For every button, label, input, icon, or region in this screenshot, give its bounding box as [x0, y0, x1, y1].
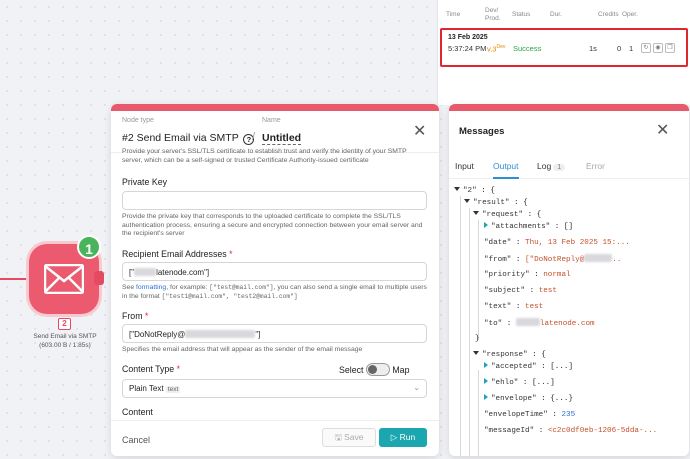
- from-label: From *: [122, 311, 149, 321]
- recipient-help-text: See formatting, for example: ["test@mail…: [122, 284, 427, 300]
- recipient-input[interactable]: [" latenode.com"]: [122, 262, 427, 281]
- tree-node-date: "date" : Thu, 13 Feb 2025 15:...: [484, 239, 630, 247]
- private-key-help-text: Provide the private key that corresponds…: [122, 213, 423, 237]
- tree-guide: [460, 196, 461, 456]
- col-duration: Dur.: [550, 11, 562, 18]
- messages-title: Messages: [459, 126, 505, 137]
- tree-node-accepted[interactable]: "accepted" : [...]: [484, 362, 573, 372]
- tree-node-result[interactable]: "result" : {: [464, 198, 528, 208]
- close-icon[interactable]: ✕: [413, 124, 426, 140]
- tree-node-root[interactable]: "2" : {: [454, 186, 495, 196]
- history-time: 5:37:24 PM: [448, 44, 487, 53]
- map-label: Map: [392, 365, 410, 375]
- panel-header: Node type #2 Send Email via SMTP ? / Nam…: [111, 111, 439, 153]
- recipient-label: Recipient Email Addresses *: [122, 249, 233, 259]
- node-run-count-badge: 1: [77, 235, 101, 259]
- tab-error[interactable]: Error: [586, 161, 605, 179]
- tree-guide: [478, 220, 479, 340]
- messages-tabs: Input Output Log 1 Error: [449, 157, 689, 179]
- col-operations: Oper.: [622, 11, 638, 18]
- node-output-handle[interactable]: [94, 271, 104, 285]
- tree-node-response[interactable]: "response" : {: [473, 350, 546, 360]
- history-version: v.3Dev: [487, 44, 506, 54]
- panel-form: Provide your server's SSL/TLS certificat…: [111, 148, 439, 421]
- tree-node-messageId: "messageId" : <c2c0df0eb-1206-5dda-...: [484, 427, 658, 435]
- tree-guide: [469, 208, 470, 456]
- panel-footer: Cancel 🖫 Save ▷ Run: [111, 420, 439, 456]
- content-label: Content: [122, 407, 153, 417]
- history-header: Time Dev/ Prod. Status Dur. Credits Oper…: [438, 0, 690, 28]
- history-status: Success: [513, 44, 542, 53]
- tree-node-from: "from" : ["DoNotReply@..: [484, 254, 622, 264]
- history-actions: ↻ ◉ ❐: [641, 43, 675, 53]
- tree-node-attachments[interactable]: "attachments" : []: [484, 222, 573, 232]
- history-duration: 1s: [589, 44, 597, 53]
- replay-icon[interactable]: ↻: [641, 43, 651, 53]
- tree-node-envelope[interactable]: "envelope" : {...}: [484, 394, 573, 404]
- tab-log[interactable]: Log 1: [537, 161, 566, 179]
- node-type-label: Node type: [122, 117, 154, 124]
- tab-output[interactable]: Output: [493, 161, 519, 179]
- messages-accent-bar: [449, 104, 689, 111]
- run-button[interactable]: ▷ Run: [379, 428, 427, 447]
- history-operations: 1: [629, 44, 634, 53]
- history-date: 13 Feb 2025: [448, 34, 488, 41]
- play-icon: ▷: [390, 432, 398, 442]
- envelope-icon: [44, 264, 84, 294]
- col-credits: Credits: [598, 11, 619, 18]
- from-input[interactable]: ["DoNotReply@ "]: [122, 324, 427, 343]
- name-label: Name: [262, 117, 281, 124]
- chevron-down-icon: ⌄: [413, 383, 420, 392]
- execution-history: Time Dev/ Prod. Status Dur. Credits Oper…: [437, 0, 690, 105]
- log-count: 1: [553, 164, 566, 171]
- messages-panel: Messages ✕ Input Output Log 1 Error "2" :…: [449, 104, 689, 456]
- panel-accent-bar: [111, 104, 439, 111]
- tree-node-request[interactable]: "request" : {: [473, 210, 541, 220]
- close-icon[interactable]: ✕: [656, 123, 669, 139]
- ssl-help-text: Provide your server's SSL/TLS certificat…: [122, 148, 407, 164]
- header-separator: /: [252, 131, 256, 143]
- tree-node-priority: "priority" : normal: [484, 271, 571, 279]
- tab-input[interactable]: Input: [455, 161, 474, 179]
- node-name[interactable]: Untitled: [262, 132, 302, 145]
- cancel-button[interactable]: Cancel: [122, 435, 150, 445]
- tree-node-subject: "subject" : test: [484, 287, 557, 295]
- view-icon[interactable]: ◉: [653, 43, 663, 53]
- copy-icon[interactable]: ❐: [665, 43, 675, 53]
- save-icon: 🖫: [334, 432, 342, 442]
- incoming-edge: [0, 278, 30, 280]
- node-settings-panel: Node type #2 Send Email via SMTP ? / Nam…: [111, 104, 439, 456]
- tree-node-envelopeTime: "envelopeTime" : 235: [484, 411, 576, 419]
- content-type-label: Content Type *: [122, 364, 181, 374]
- formatting-link[interactable]: formatting: [136, 284, 166, 291]
- content-type-tag: text: [165, 386, 181, 393]
- mode-toggle[interactable]: [365, 363, 390, 376]
- select-label: Select: [339, 365, 364, 375]
- history-credits: 0: [617, 44, 622, 53]
- private-key-input[interactable]: [122, 191, 427, 210]
- node-label: Send Email via SMTP (603.00 B / 1.85s): [33, 333, 97, 349]
- from-help-text: Specifies the email address that will ap…: [122, 346, 363, 353]
- tree-close-brace: }: [475, 335, 480, 343]
- tree-node-to: "to" : latenode.com: [484, 318, 595, 328]
- history-row-selected[interactable]: 13 Feb 2025 5:37:24 PM v.3Dev Success 1s…: [440, 28, 688, 67]
- tree-guide: [478, 370, 479, 456]
- select-map-toggle[interactable]: Select Map: [339, 363, 409, 376]
- save-button[interactable]: 🖫 Save: [322, 428, 376, 447]
- node-type-title: #2 Send Email via SMTP ?: [122, 132, 255, 145]
- node-number: 2: [58, 318, 71, 330]
- col-status: Status: [512, 11, 531, 18]
- private-key-label: Private Key: [122, 177, 167, 187]
- content-type-select[interactable]: Plain Text text ⌄: [122, 379, 427, 398]
- tree-node-text: "text" : test: [484, 303, 544, 311]
- tree-node-ehlo[interactable]: "ehlo" : [...]: [484, 378, 555, 388]
- col-devprod: Dev/ Prod.: [485, 7, 501, 22]
- col-time: Time: [446, 11, 461, 18]
